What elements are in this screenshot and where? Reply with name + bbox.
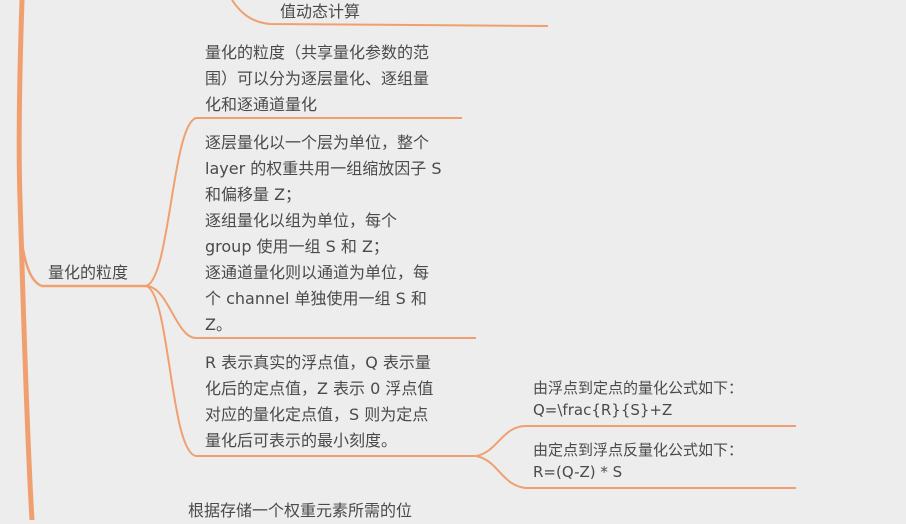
top-fragment-node: 值动态计算 bbox=[280, 2, 361, 21]
granularity-intro-node: 量化的粒度（共享量化参数的范 围）可以分为逐层量化、逐组量 化和逐通道量化 bbox=[205, 43, 430, 114]
dequant-formula-node: 由定点到浮点反量化公式如下： R=(Q-Z) * S bbox=[533, 441, 744, 481]
granularity-detail-node: 逐层量化以一个层为单位，整个 layer 的权重共用一组缩放因子 S 和偏移量 … bbox=[205, 133, 442, 334]
branch-label-granularity: 量化的粒度 bbox=[48, 263, 129, 282]
bottom-fragment-node: 根据存储一个权重元素所需的位 bbox=[188, 501, 413, 520]
mindmap-connectors bbox=[16, 0, 796, 520]
symbols-note-node: R 表示真实的浮点值，Q 表示量 化后的定点值，Z 表示 0 浮点值 对应的量化… bbox=[205, 353, 434, 450]
quant-formula-node: 由浮点到定点的量化公式如下： Q=\frac{R}{S}+Z bbox=[533, 379, 744, 419]
